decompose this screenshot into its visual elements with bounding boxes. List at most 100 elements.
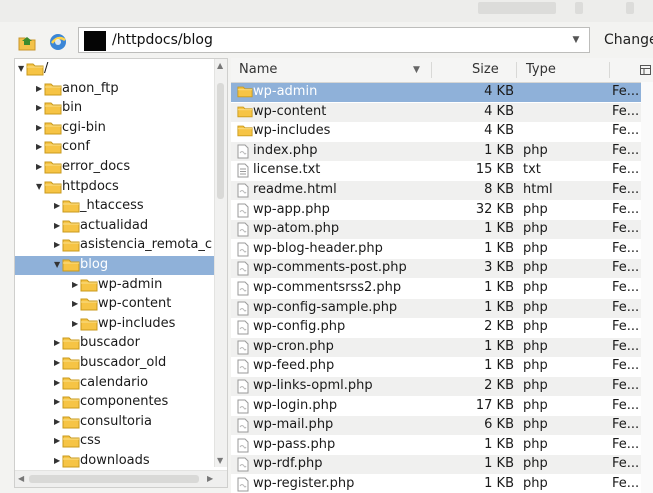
scroll-up-icon[interactable]: ▲	[217, 61, 223, 70]
file-type: php	[523, 221, 548, 237]
tree-item[interactable]: ▶ css	[15, 432, 215, 451]
path-input[interactable]: /httpdocs/blog ▼	[78, 27, 590, 53]
window-control[interactable]	[478, 2, 556, 14]
tree-item[interactable]: ▶ cgi-bin	[15, 119, 215, 138]
expand-right-icon[interactable]: ▶	[72, 299, 80, 309]
change-button[interactable]: Change	[604, 32, 653, 48]
tree-item[interactable]: ▶ wp-content	[15, 295, 215, 314]
file-row[interactable]: wp-includes 4 KB Fe...	[231, 122, 641, 141]
tree-item[interactable]: ▼ httpdocs	[15, 178, 215, 197]
file-row[interactable]: readme.html 8 KB html Fe...	[231, 181, 641, 200]
file-row[interactable]: wp-blog-header.php 1 KB php Fe...	[231, 240, 641, 259]
expand-down-icon[interactable]: ▼	[54, 260, 62, 270]
expand-right-icon[interactable]: ▶	[54, 397, 62, 407]
file-row[interactable]: wp-admin 4 KB Fe...	[231, 83, 641, 102]
scroll-left-icon[interactable]: ◀	[18, 474, 24, 483]
chevron-down-icon[interactable]: ▼	[567, 31, 585, 49]
file-row[interactable]: wp-atom.php 1 KB php Fe...	[231, 220, 641, 240]
folder-tree[interactable]: ▶ downloads ▶ css ▶ consultoria ▶ componentes ▶ c…	[14, 58, 228, 488]
tree-item-label: wp-includes	[98, 315, 176, 331]
tree-item[interactable]: ▶ conf	[15, 138, 215, 157]
tree-item[interactable]: ▶ consultoria	[15, 413, 215, 432]
browser-icon[interactable]	[48, 32, 68, 52]
column-header-type[interactable]: Type	[526, 62, 556, 77]
tree-horizontal-scrollbar[interactable]: ◀ ▶	[15, 470, 227, 487]
column-chooser-icon[interactable]	[640, 65, 651, 75]
tree-item-label: error_docs	[62, 159, 131, 174]
file-size: 1 KB	[484, 142, 514, 158]
file-row[interactable]: wp-config-sample.php 1 KB php Fe...	[231, 298, 641, 318]
file-row[interactable]: wp-config.php 2 KB php Fe...	[231, 318, 641, 337]
file-type: php	[523, 280, 548, 295]
tree-item[interactable]: ▼ blog	[15, 256, 215, 275]
expand-right-icon[interactable]: ▶	[36, 162, 44, 172]
file-row[interactable]: wp-links-opml.php 2 KB php Fe...	[231, 377, 641, 396]
tree-item[interactable]: ▶ wp-admin	[15, 276, 215, 295]
tree-item[interactable]: ▶ downloads	[15, 452, 215, 471]
expand-down-icon[interactable]: ▼	[18, 64, 26, 74]
file-row[interactable]: wp-mail.php 6 KB php Fe...	[231, 416, 641, 436]
file-row[interactable]: wp-cron.php 1 KB php Fe...	[231, 337, 641, 357]
tree-item[interactable]: ▶ buscador	[15, 334, 215, 353]
tree-item[interactable]: ▶ bin	[15, 99, 215, 118]
file-row[interactable]: wp-pass.php 1 KB php Fe...	[231, 436, 641, 455]
file-row[interactable]: index.php 1 KB php Fe...	[231, 141, 641, 161]
expand-right-icon[interactable]: ▶	[72, 319, 80, 329]
file-row[interactable]: wp-login.php 17 KB php Fe...	[231, 397, 641, 416]
tree-item[interactable]: ▶ error_docs	[15, 158, 215, 177]
expand-right-icon[interactable]: ▶	[54, 436, 62, 446]
file-row[interactable]: wp-app.php 32 KB php Fe...	[231, 201, 641, 220]
file-list[interactable]: Name ▼ Size Type wp-admin 4 KB Fe... wp-con…	[231, 58, 653, 493]
file-list-scrollbar[interactable]	[641, 82, 653, 493]
column-header-size[interactable]: Size	[472, 62, 499, 77]
expand-right-icon[interactable]: ▶	[54, 221, 62, 231]
file-row[interactable]: wp-comments-post.php 3 KB php Fe...	[231, 259, 641, 279]
file-type: php	[523, 436, 548, 452]
file-row[interactable]: wp-content 4 KB Fe...	[231, 102, 641, 122]
expand-right-icon[interactable]: ▶	[36, 123, 44, 133]
expand-right-icon[interactable]: ▶	[54, 338, 62, 348]
tree-item[interactable]: ▶ anon_ftp	[15, 80, 215, 99]
window-control[interactable]	[575, 2, 583, 14]
file-row[interactable]: wp-register.php 1 KB php Fe...	[231, 475, 641, 493]
expand-right-icon[interactable]: ▶	[54, 201, 62, 211]
expand-right-icon[interactable]: ▶	[54, 417, 62, 427]
file-row[interactable]: wp-feed.php 1 KB php Fe...	[231, 357, 641, 376]
expand-right-icon[interactable]: ▶	[36, 84, 44, 94]
sort-chevron-icon[interactable]: ▼	[413, 65, 420, 75]
scroll-thumb[interactable]	[29, 475, 199, 483]
column-divider[interactable]	[431, 62, 432, 78]
tree-vertical-scrollbar[interactable]: ▲ ▼	[214, 59, 227, 467]
file-size: 1 KB	[484, 280, 514, 295]
expand-right-icon[interactable]: ▶	[54, 456, 62, 466]
window-top-strip	[0, 0, 653, 22]
scroll-right-icon[interactable]: ▶	[207, 474, 213, 483]
tree-item[interactable]: ▼ /	[15, 60, 215, 79]
tree-item[interactable]: ▶ actualidad	[15, 217, 215, 236]
file-row[interactable]: license.txt 15 KB txt Fe...	[231, 161, 641, 180]
column-header-name[interactable]: Name	[239, 62, 277, 77]
scroll-thumb[interactable]	[217, 83, 224, 199]
tree-item[interactable]: ▶ componentes	[15, 393, 215, 412]
home-folder-icon[interactable]	[17, 32, 37, 52]
expand-right-icon[interactable]: ▶	[54, 358, 62, 368]
column-divider[interactable]	[609, 62, 610, 78]
scroll-down-icon[interactable]: ▼	[217, 456, 223, 465]
file-row[interactable]: wp-commentsrss2.php 1 KB php Fe...	[231, 279, 641, 298]
tree-item[interactable]: ▶ wp-includes	[15, 315, 215, 334]
window-control[interactable]	[626, 2, 634, 14]
tree-item[interactable]: ▶ _htaccess	[15, 197, 215, 216]
column-divider[interactable]	[516, 62, 517, 78]
tree-item[interactable]: ▶ calendario	[15, 374, 215, 393]
expand-right-icon[interactable]: ▶	[54, 240, 62, 250]
folder-icon	[62, 376, 80, 394]
expand-right-icon[interactable]: ▶	[36, 142, 44, 152]
tree-item[interactable]: ▶ asistencia_remota_c	[15, 236, 215, 255]
file-row[interactable]: wp-rdf.php 1 KB php Fe...	[231, 455, 641, 475]
expand-right-icon[interactable]: ▶	[54, 378, 62, 388]
folder-icon	[62, 356, 80, 374]
expand-down-icon[interactable]: ▼	[36, 182, 44, 192]
expand-right-icon[interactable]: ▶	[36, 103, 44, 113]
tree-item[interactable]: ▶ buscador_old	[15, 354, 215, 373]
expand-right-icon[interactable]: ▶	[72, 280, 80, 290]
